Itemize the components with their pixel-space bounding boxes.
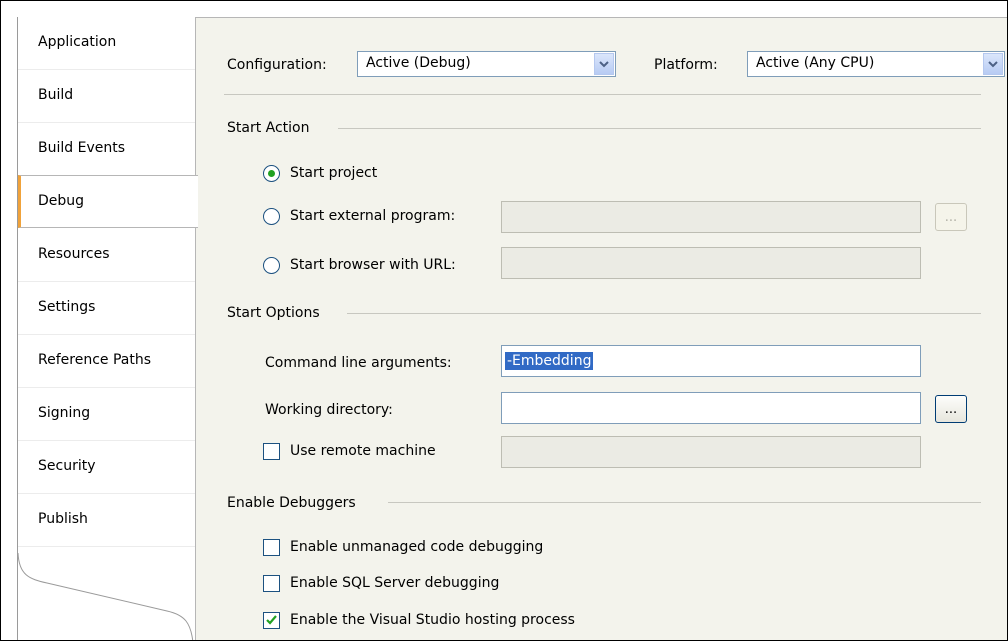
sidebar-item-resources[interactable]: Resources xyxy=(18,229,196,282)
sidebar: Application Build Build Events Debug Res… xyxy=(17,17,198,640)
working-directory-label: Working directory: xyxy=(265,402,393,418)
start-project-label[interactable]: Start project xyxy=(290,165,377,181)
use-remote-machine-checkbox[interactable] xyxy=(263,443,280,460)
configuration-dropdown[interactable]: Active (Debug) xyxy=(357,51,616,77)
sidebar-item-label: Resources xyxy=(38,246,110,262)
platform-dropdown[interactable]: Active (Any CPU) xyxy=(747,51,1005,77)
unmanaged-debugging-label[interactable]: Enable unmanaged code debugging xyxy=(290,539,543,555)
sidebar-item-reference-paths[interactable]: Reference Paths xyxy=(18,335,196,388)
sidebar-item-label: Signing xyxy=(38,405,91,421)
sidebar-item-debug[interactable]: Debug xyxy=(18,175,198,228)
working-directory-browse-button[interactable]: ... xyxy=(935,395,967,423)
chevron-down-icon[interactable] xyxy=(594,53,614,75)
radio-selected-dot xyxy=(268,170,275,177)
sidebar-item-label: Security xyxy=(38,458,96,474)
divider xyxy=(388,502,981,503)
start-external-program-label[interactable]: Start external program: xyxy=(290,208,455,224)
sidebar-item-signing[interactable]: Signing xyxy=(18,388,196,441)
hosting-process-label[interactable]: Enable the Visual Studio hosting process xyxy=(290,612,575,628)
start-browser-label[interactable]: Start browser with URL: xyxy=(290,257,456,273)
external-program-field[interactable] xyxy=(501,201,921,233)
sidebar-item-label: Reference Paths xyxy=(38,352,151,368)
command-line-arguments-input[interactable]: -Embedding xyxy=(501,345,921,377)
external-program-browse-button[interactable]: ... xyxy=(935,203,967,231)
sidebar-item-build-events[interactable]: Build Events xyxy=(18,123,196,176)
sql-server-debugging-checkbox[interactable] xyxy=(263,575,280,592)
sidebar-item-settings[interactable]: Settings xyxy=(18,282,196,335)
divider xyxy=(347,313,981,314)
hosting-process-checkbox[interactable] xyxy=(263,612,280,629)
debug-settings-panel: Configuration: Active (Debug) Platform: … xyxy=(195,17,1007,640)
working-directory-input[interactable] xyxy=(501,392,921,424)
sidebar-item-build[interactable]: Build xyxy=(18,70,196,123)
sidebar-bottom-curve xyxy=(17,553,194,640)
sidebar-item-application[interactable]: Application xyxy=(18,17,196,70)
start-action-heading: Start Action xyxy=(227,120,310,136)
divider xyxy=(224,94,981,95)
checkmark-icon xyxy=(266,615,277,625)
sidebar-item-label: Build Events xyxy=(38,140,125,156)
enable-debuggers-heading: Enable Debuggers xyxy=(227,495,356,511)
start-project-radio[interactable] xyxy=(263,165,280,182)
remote-machine-field[interactable] xyxy=(501,436,921,468)
start-browser-radio[interactable] xyxy=(263,257,280,274)
platform-label: Platform: xyxy=(654,57,718,73)
sidebar-item-label: Debug xyxy=(38,193,85,209)
browse-button-label: ... xyxy=(944,209,958,225)
sidebar-item-label: Settings xyxy=(38,299,96,315)
browser-url-field[interactable] xyxy=(501,247,921,279)
browse-button-label: ... xyxy=(944,401,958,417)
use-remote-machine-label[interactable]: Use remote machine xyxy=(290,443,436,459)
start-external-program-radio[interactable] xyxy=(263,208,280,225)
platform-value: Active (Any CPU) xyxy=(756,55,875,71)
sidebar-item-security[interactable]: Security xyxy=(18,441,196,494)
sidebar-item-label: Application xyxy=(38,34,117,50)
sidebar-item-publish[interactable]: Publish xyxy=(18,494,196,547)
sql-server-debugging-label[interactable]: Enable SQL Server debugging xyxy=(290,575,499,591)
command-line-arguments-label: Command line arguments: xyxy=(265,355,452,371)
configuration-value: Active (Debug) xyxy=(366,55,471,71)
start-options-heading: Start Options xyxy=(227,305,320,321)
sidebar-item-label: Build xyxy=(38,87,74,103)
sidebar-item-label: Publish xyxy=(38,511,88,527)
unmanaged-debugging-checkbox[interactable] xyxy=(263,539,280,556)
configuration-label: Configuration: xyxy=(227,57,327,73)
divider xyxy=(338,128,981,129)
chevron-down-icon[interactable] xyxy=(983,53,1003,75)
selected-text: -Embedding xyxy=(505,352,594,370)
project-properties-window: Application Build Build Events Debug Res… xyxy=(0,0,1008,641)
